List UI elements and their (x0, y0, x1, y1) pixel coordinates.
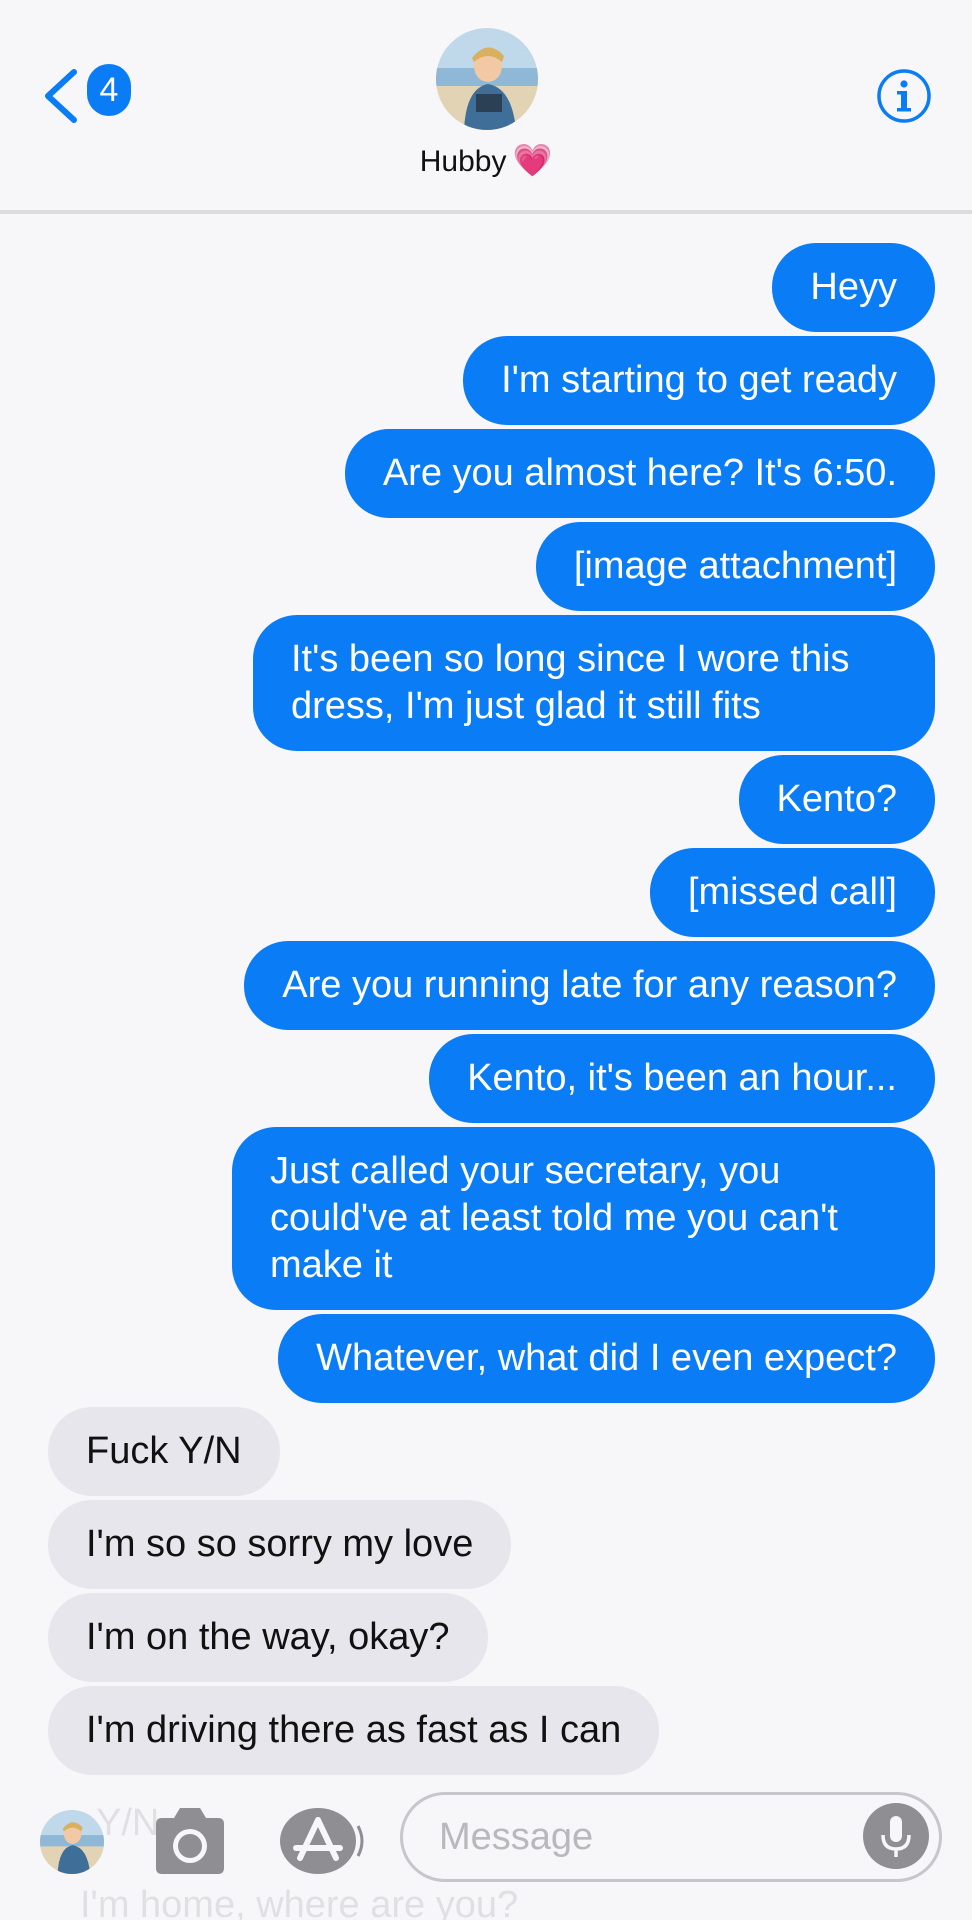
message-input[interactable]: Message (400, 1792, 942, 1882)
contact-avatar[interactable] (436, 28, 538, 130)
message-bubble-received[interactable]: I'm so so sorry my love (48, 1500, 512, 1589)
back-button[interactable]: 4 (40, 60, 140, 132)
avatar-image (436, 28, 538, 130)
app-store-icon[interactable] (278, 1806, 366, 1876)
message-thread[interactable]: Heyy I'm starting to get ready Are you a… (0, 214, 972, 1784)
message-bubble-sent[interactable]: Kento, it's been an hour... (429, 1034, 935, 1123)
camera-icon[interactable] (150, 1806, 230, 1876)
ghost-text-bottom: I'm home, where are you? (80, 1884, 519, 1920)
chevron-left-icon (45, 69, 77, 123)
pink-heart-emoji: 💗 (512, 142, 553, 178)
message-bubble-sent[interactable]: Are you running late for any reason? (244, 941, 935, 1030)
microphone-icon (881, 1816, 911, 1857)
message-bubble-sent[interactable]: Heyy (772, 243, 935, 332)
message-bubble-sent[interactable]: Are you almost here? It's 6:50. (344, 429, 935, 518)
messages-screen: 4 Hubby 💗 Heyy I'm starting to get ready… (0, 0, 972, 1920)
avatar-image (40, 1810, 104, 1874)
conversation-header: 4 Hubby 💗 (0, 0, 972, 214)
info-icon[interactable] (876, 68, 932, 124)
contact-name: Hubby (419, 145, 507, 178)
memoji-avatar-button[interactable] (40, 1810, 104, 1874)
message-bubble-sent[interactable]: It's been so long since I wore this dres… (253, 615, 935, 751)
microphone-button[interactable] (863, 1803, 929, 1869)
message-bubble-received[interactable]: I'm driving there as fast as I can (48, 1686, 660, 1775)
message-bubble-sent[interactable]: [missed call] (649, 848, 935, 937)
message-bubble-sent[interactable]: Whatever, what did I even expect? (278, 1314, 935, 1403)
message-bubble-sent[interactable]: Kento? (738, 755, 935, 844)
message-bubble-sent[interactable]: Just called your secretary, you could've… (232, 1127, 935, 1310)
compose-bar: Y/N I'm home, where are you? Message (0, 1784, 972, 1920)
message-bubble-received[interactable]: I'm on the way, okay? (48, 1593, 488, 1682)
unread-count-badge: 4 (87, 64, 131, 116)
message-placeholder: Message (439, 1816, 594, 1858)
message-bubble-sent[interactable]: I'm starting to get ready (463, 336, 935, 425)
message-bubble-received[interactable]: Fuck Y/N (48, 1407, 280, 1496)
contact-name-row[interactable]: Hubby 💗 (0, 140, 972, 182)
message-bubble-sent[interactable]: [image attachment] (535, 522, 935, 611)
